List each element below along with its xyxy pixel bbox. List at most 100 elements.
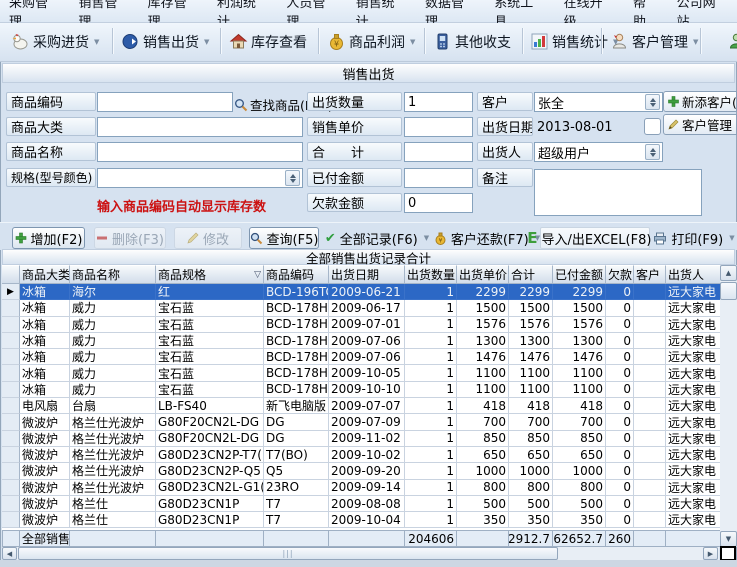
grid-cell: 远大家电 — [666, 496, 721, 512]
column-header[interactable]: 出货人 — [666, 265, 721, 284]
partial-toolbar-icon[interactable] — [724, 26, 737, 57]
table-row[interactable]: 冰箱威力宝石蓝BCD-178H*2009-06-1711500150015000… — [2, 300, 721, 316]
vertical-scrollbar[interactable]: ▲ ▼ — [720, 265, 737, 547]
printer-icon — [653, 232, 667, 245]
toolbar-button-purchase-in[interactable]: 采购进货 ▼ — [8, 26, 102, 57]
menu-bar: 采购管理 销售管理 库存管理 利润统计 人员管理 销售统计 数据管理 系统工具 … — [0, 0, 737, 23]
menu-item-company-website[interactable]: 公司网站 — [668, 0, 737, 22]
table-row[interactable]: 冰箱威力宝石蓝BCD-178H*2009-10-0511100110011000… — [2, 365, 721, 381]
add-button[interactable]: 增加(F2) — [12, 227, 85, 249]
table-row[interactable]: ▶冰箱海尔红BCD-196TC2009-06-2112299229922990远… — [2, 284, 721, 300]
table-row[interactable]: 冰箱威力宝石蓝BCD-178H*2009-10-1011100110011000… — [2, 382, 721, 398]
toolbar-button-sales-out[interactable]: 销售出货 ▼ — [118, 26, 212, 57]
column-header[interactable]: 出货数量 — [405, 265, 457, 284]
column-header[interactable]: 出货单价 — [457, 265, 509, 284]
grid-cell — [634, 300, 666, 316]
customer-combobox[interactable]: 张全 — [534, 92, 663, 112]
table-row[interactable]: 微波炉格兰仕光波炉G80F20CN2L-DGDG2009-11-02185085… — [2, 431, 721, 447]
grid-cell: 1 — [405, 480, 457, 496]
customer-repay-button[interactable]: ¥ 客户还款(F7) ▼ — [436, 227, 538, 249]
chevron-down-icon[interactable]: ▼ — [693, 38, 698, 46]
column-header[interactable]: 商品编码 — [264, 265, 329, 284]
column-header[interactable]: 欠款 — [606, 265, 634, 284]
scroll-left-button[interactable]: ◀ — [2, 547, 17, 560]
menu-item-inventory-management[interactable]: 库存管理 — [139, 0, 208, 22]
table-row[interactable]: 电风扇台扇LB-FS40新飞电脑版2009-07-0714184184180远大… — [2, 398, 721, 414]
table-row[interactable]: 冰箱威力宝石蓝BCD-178H*2009-07-0611476147614760… — [2, 349, 721, 365]
spec-combo-spinner[interactable] — [285, 170, 300, 186]
product-name-input[interactable] — [97, 142, 303, 162]
chevron-down-icon[interactable]: ▼ — [94, 38, 99, 46]
debt-input[interactable] — [404, 193, 473, 213]
table-row[interactable]: 冰箱威力宝石蓝BCD-178H*2009-07-0111576157615760… — [2, 317, 721, 333]
grid-cell — [634, 398, 666, 414]
grid-cell: LB-FS40 — [156, 398, 264, 414]
paid-input[interactable] — [404, 168, 473, 188]
vertical-scroll-thumb[interactable] — [720, 282, 737, 300]
scroll-down-button[interactable]: ▼ — [720, 531, 737, 547]
column-header[interactable]: 商品名称 — [70, 265, 156, 284]
table-row[interactable]: 微波炉格兰仕光波炉G80D23CN2P-Q5Q52009-09-20110001… — [2, 463, 721, 479]
grid-cell: 0 — [606, 398, 634, 414]
column-header[interactable]: 合计 — [509, 265, 553, 284]
remark-textarea[interactable] — [534, 169, 702, 216]
column-header[interactable]: 已付金额 — [553, 265, 606, 284]
grid-cell: 1 — [405, 349, 457, 365]
toolbar-button-other-income-expense[interactable]: 其他收支 — [430, 26, 514, 57]
query-button[interactable]: 查询(F5) — [249, 227, 319, 249]
horizontal-scrollbar[interactable]: ◀ ||| ▶ — [2, 547, 719, 560]
menu-item-online-upgrade[interactable]: 在线升级 — [555, 0, 624, 22]
menu-item-help[interactable]: 帮助 — [624, 0, 668, 22]
menu-item-profit-statistics[interactable]: 利润统计 — [208, 0, 277, 22]
product-code-input[interactable] — [97, 92, 233, 112]
table-row[interactable]: 微波炉格兰仕光波炉G80D23CN2L-G1(RO)23RO2009-09-14… — [2, 480, 721, 496]
table-row[interactable]: 微波炉格兰仕光波炉G80F20CN2L-DGDG2009-07-09170070… — [2, 414, 721, 430]
toolbar-button-inventory-view[interactable]: 库存查看 — [226, 26, 310, 57]
add-customer-button[interactable]: 新添客户(F — [663, 91, 737, 112]
table-row[interactable]: 微波炉格兰仕光波炉G80D23CN2P-T7(BO)T7(BO)2009-10-… — [2, 447, 721, 463]
search-icon — [250, 232, 263, 245]
menu-item-personnel-management[interactable]: 人员管理 — [277, 0, 346, 22]
date-picker-button[interactable] — [644, 118, 661, 135]
scroll-up-button[interactable]: ▲ — [720, 265, 737, 281]
all-records-button[interactable]: ✔ 全部记录(F6) ▼ — [324, 227, 430, 249]
qty-input[interactable] — [404, 92, 473, 112]
grid-cell: 0 — [606, 333, 634, 349]
shipper-combo-spinner[interactable] — [645, 144, 660, 160]
toolbar-button-product-profit[interactable]: ¥ 商品利润 ▼ — [324, 26, 418, 57]
toolbar-button-customer-management[interactable]: 客户管理 ▼ — [607, 26, 701, 57]
customer-combo-spinner[interactable] — [645, 94, 660, 110]
table-row[interactable]: 微波炉格兰仕G80D23CN1PT72009-10-0413503503500远… — [2, 512, 721, 528]
menu-item-system-tools[interactable]: 系统工具 — [485, 0, 554, 22]
menu-item-data-management[interactable]: 数据管理 — [416, 0, 485, 22]
unit-price-input[interactable] — [404, 117, 473, 137]
svg-text:¥: ¥ — [438, 237, 442, 244]
table-row[interactable]: 冰箱威力宝石蓝BCD-178H*2009-07-0611300130013000… — [2, 333, 721, 349]
toolbar-separator — [112, 28, 114, 54]
category-input[interactable] — [97, 117, 303, 137]
modify-button[interactable]: 修改 — [174, 227, 242, 249]
column-header[interactable]: 商品大类 — [20, 265, 70, 284]
menu-item-purchase-management[interactable]: 采购管理 — [0, 0, 69, 22]
menu-item-sales-statistics[interactable]: 销售统计 — [347, 0, 416, 22]
chevron-down-icon[interactable]: ▼ — [410, 38, 415, 46]
table-row[interactable]: 微波炉格兰仕G80D23CN1PT72009-08-0815005005000远… — [2, 496, 721, 512]
column-header[interactable]: 客户 — [634, 265, 666, 284]
total-input[interactable] — [404, 142, 473, 162]
grid-cell: 微波炉 — [20, 447, 70, 463]
import-export-excel-button[interactable]: E 导入/出EXCEL(F8) ▼ — [540, 227, 650, 249]
chevron-down-icon[interactable]: ▼ — [204, 38, 209, 46]
svg-text:¥: ¥ — [334, 40, 339, 49]
shipper-combobox[interactable]: 超级用户 — [534, 142, 663, 162]
column-header[interactable]: 商品规格▽ — [156, 265, 264, 284]
print-button[interactable]: 打印(F9) ▼ — [654, 227, 734, 249]
delete-button[interactable]: 删除(F3) — [94, 227, 166, 249]
menu-item-sales-management[interactable]: 销售管理 — [69, 0, 138, 22]
grid-cell: 2299 — [553, 284, 606, 300]
spec-combobox[interactable] — [97, 168, 303, 188]
manage-customer-button[interactable]: 客户管理 — [663, 114, 737, 135]
column-header[interactable]: 出货日期 — [329, 265, 405, 284]
horizontal-scroll-thumb[interactable]: ||| — [18, 547, 558, 560]
grid-cell: 1300 — [553, 333, 606, 349]
scroll-right-button[interactable]: ▶ — [703, 547, 718, 560]
